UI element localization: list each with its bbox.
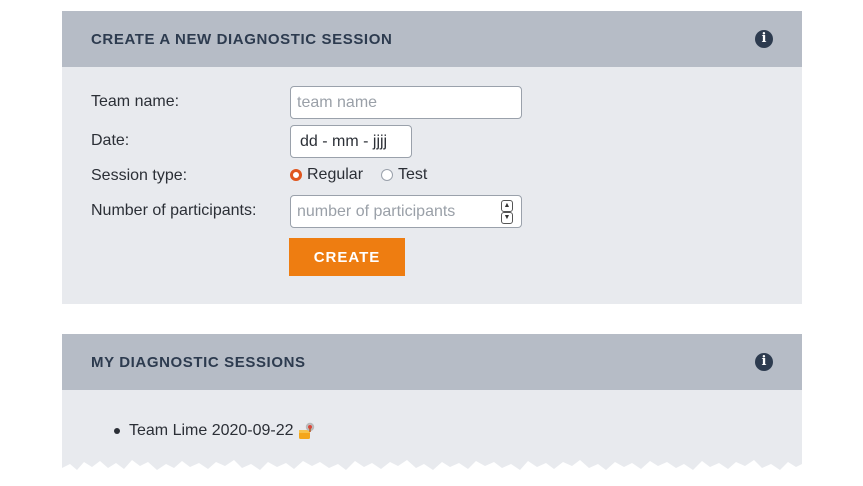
info-icon[interactable]: i [755, 353, 773, 371]
my-sessions-title: MY DIAGNOSTIC SESSIONS [91, 353, 306, 371]
participants-stepper[interactable]: ▲ ▼ [501, 200, 513, 224]
radio-test-label[interactable]: Test [398, 166, 427, 184]
team-name-input[interactable] [290, 86, 522, 119]
torn-paper-edge [62, 460, 802, 486]
sessions-list: Team Lime 2020-09-22 [114, 422, 315, 440]
team-name-label: Team name: [91, 93, 180, 110]
radio-test[interactable] [381, 169, 394, 181]
date-label: Date: [91, 132, 130, 149]
session-type-label: Session type: [91, 167, 188, 184]
create-button[interactable]: CREATE [289, 238, 405, 276]
info-icon[interactable]: i [755, 30, 773, 48]
my-sessions-panel: MY DIAGNOSTIC SESSIONS i Team Lime 2020-… [62, 334, 802, 486]
create-session-title: CREATE A NEW DIAGNOSTIC SESSION [91, 30, 393, 48]
radio-regular-label[interactable]: Regular [307, 166, 363, 184]
session-link[interactable]: Team Lime 2020-09-22 [129, 422, 294, 440]
participants-input[interactable] [290, 195, 522, 228]
lock-icon [297, 422, 315, 440]
stepper-up-icon[interactable]: ▲ [501, 200, 513, 212]
radio-regular[interactable] [290, 169, 302, 181]
participants-label: Number of participants: [91, 202, 257, 219]
session-type-radio-group: Regular Test [290, 166, 445, 184]
bullet-icon [114, 428, 120, 434]
create-session-header: CREATE A NEW DIAGNOSTIC SESSION i [62, 11, 802, 67]
date-input[interactable]: dd - mm - jjjj [290, 125, 412, 158]
stepper-down-icon[interactable]: ▼ [501, 212, 513, 224]
my-sessions-header: MY DIAGNOSTIC SESSIONS i [62, 334, 802, 390]
list-item: Team Lime 2020-09-22 [114, 422, 315, 440]
create-session-panel: CREATE A NEW DIAGNOSTIC SESSION i Team n… [62, 11, 802, 304]
